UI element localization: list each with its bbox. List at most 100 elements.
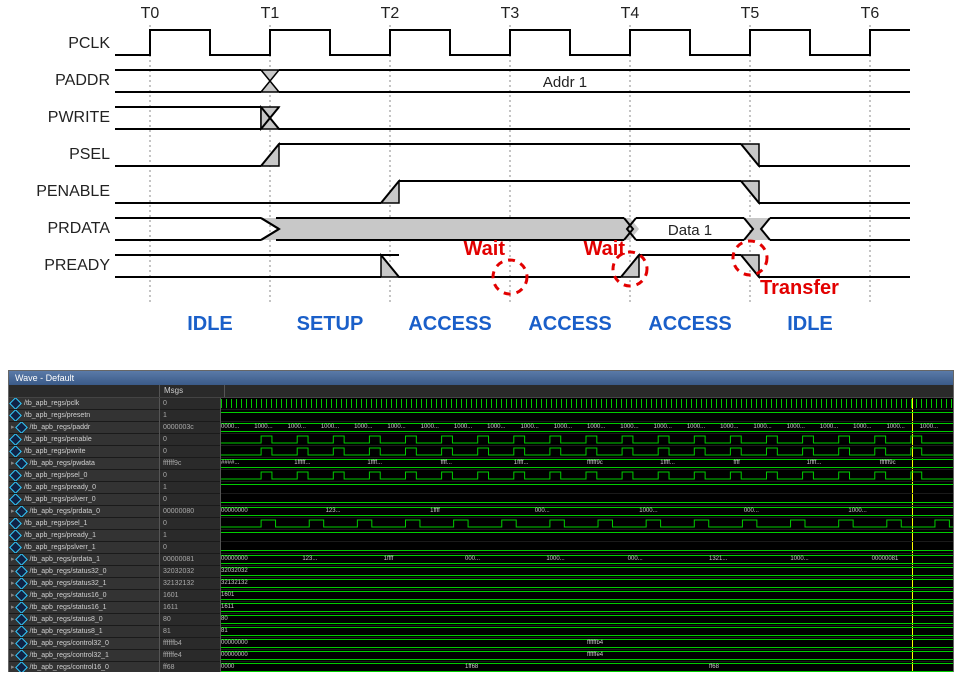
signal-name[interactable]: /tb_apb_regs/psel_1 (9, 518, 159, 530)
signal-name[interactable]: /tb_apb_regs/penable (9, 434, 159, 446)
signal-name[interactable]: /tb_apb_regs/psel_0 (9, 470, 159, 482)
wave-window-title: Wave - Default (9, 371, 953, 385)
signal-value: 1 (160, 410, 220, 422)
state-3: ACCESS (528, 313, 611, 335)
signal-wave (221, 518, 953, 530)
signal-value: 81 (160, 626, 220, 638)
signal-name[interactable]: /tb_apb_regs/pwrite (9, 446, 159, 458)
wave-prdata: Data 1 (115, 218, 910, 240)
wave-pclk (115, 30, 910, 55)
tick-T1: T1 (261, 5, 280, 22)
label-pready: PREADY (44, 257, 110, 274)
signal-name[interactable]: /tb_apb_regs/status32_0 (9, 566, 159, 578)
signal-value: 0 (160, 398, 220, 410)
signal-wave: 32132132 (221, 578, 953, 590)
ann-wait1: Wait (464, 238, 506, 260)
tick-T4: T4 (621, 5, 640, 22)
state-2: ACCESS (408, 313, 491, 335)
signal-wave: 00000000123...1ffff000...1000...000...13… (221, 554, 953, 566)
signal-value: 80 (160, 614, 220, 626)
signal-value-column: 010000003c00ffffff9c01000000080010000000… (160, 398, 221, 672)
wave-pready (115, 255, 910, 277)
signal-name-column[interactable]: /tb_apb_regs/pclk/tb_apb_regs/presetn/tb… (9, 398, 160, 672)
signal-name[interactable]: /tb_apb_regs/control32_1 (9, 650, 159, 662)
signal-value: 00000081 (160, 554, 220, 566)
label-pclk: PCLK (68, 35, 110, 52)
signal-name[interactable]: /tb_apb_regs/pslverr_1 (9, 542, 159, 554)
signal-name[interactable]: /tb_apb_regs/pready_0 (9, 482, 159, 494)
label-penable: PENABLE (36, 183, 110, 200)
waveform-canvas[interactable]: 0000...1000...1000...1000...1000...1000.… (221, 398, 953, 672)
signal-name[interactable]: /tb_apb_regs/status8_0 (9, 614, 159, 626)
signal-name[interactable]: /tb_apb_regs/prdata_1 (9, 554, 159, 566)
prdata-value: Data 1 (668, 222, 712, 239)
signal-wave: 80 (221, 614, 953, 626)
apb-timing-diagram: .tick{font:16px Arial;fill:#222;} .sig {… (0, 0, 960, 350)
signal-wave: 81 (221, 626, 953, 638)
signal-value: ffffff9c (160, 458, 220, 470)
signal-value: 0 (160, 470, 220, 482)
signal-value: ff68 (160, 662, 220, 672)
signal-value: 0000003c (160, 422, 220, 434)
signal-name[interactable]: /tb_apb_regs/control32_0 (9, 638, 159, 650)
signal-name[interactable]: /tb_apb_regs/pwdata (9, 458, 159, 470)
signal-wave: 00000000123...1ffff000...1000...000...10… (221, 506, 953, 518)
label-pwrite: PWRITE (48, 109, 110, 126)
wave-pwrite (115, 107, 910, 129)
signal-value: ffffffe4 (160, 650, 220, 662)
signal-name[interactable]: /tb_apb_regs/paddr (9, 422, 159, 434)
signal-name[interactable]: /tb_apb_regs/pslverr_0 (9, 494, 159, 506)
signal-value: ffffffb4 (160, 638, 220, 650)
signal-wave: 32032032 (221, 566, 953, 578)
signal-value: 32132132 (160, 578, 220, 590)
state-5: IDLE (787, 313, 833, 335)
signal-wave: 00001ff68ff68 (221, 662, 953, 672)
state-4: ACCESS (648, 313, 731, 335)
signal-name[interactable]: /tb_apb_regs/status8_1 (9, 626, 159, 638)
signal-name[interactable]: /tb_apb_regs/pclk (9, 398, 159, 410)
tick-T2: T2 (381, 5, 400, 22)
signal-wave (221, 494, 953, 506)
signal-name[interactable]: /tb_apb_regs/prdata_0 (9, 506, 159, 518)
signal-value: 1 (160, 530, 220, 542)
time-ticks: T0 T1 T2 T3 T4 T5 T6 (141, 5, 880, 22)
signal-name[interactable]: /tb_apb_regs/control16_0 (9, 662, 159, 672)
signal-wave: 0000...1000...1000...1000...1000...1000.… (221, 422, 953, 434)
wave-msgs-header: Msgs (160, 385, 225, 397)
ann-transfer: Transfer (760, 277, 839, 299)
signal-wave: 1611 (221, 602, 953, 614)
signal-value: 0 (160, 494, 220, 506)
wave-penable (115, 181, 910, 203)
signal-value: 1611 (160, 602, 220, 614)
signal-wave: 00000000ffffffb4 (221, 638, 953, 650)
state-1: SETUP (297, 313, 364, 335)
waveform-viewer: Wave - Default Msgs /tb_apb_regs/pclk/tb… (8, 370, 954, 672)
signal-wave (221, 530, 953, 542)
signal-value: 1 (160, 482, 220, 494)
annotations: Wait Wait Transfer (464, 238, 840, 299)
signal-value: 32032032 (160, 566, 220, 578)
paddr-value: Addr 1 (543, 74, 587, 91)
signal-value: 0 (160, 446, 220, 458)
signal-name[interactable]: /tb_apb_regs/status32_1 (9, 578, 159, 590)
signal-name[interactable]: /tb_apb_regs/status16_0 (9, 590, 159, 602)
signal-wave (221, 482, 953, 494)
signal-value: 0 (160, 434, 220, 446)
signal-wave (221, 398, 953, 410)
label-paddr: PADDR (55, 72, 110, 89)
signal-wave: 1601 (221, 590, 953, 602)
signal-wave (221, 470, 953, 482)
signal-wave (221, 446, 953, 458)
wave-paddr: Addr 1 (115, 70, 910, 92)
signal-name[interactable]: /tb_apb_regs/pready_1 (9, 530, 159, 542)
signal-name[interactable]: /tb_apb_regs/status16_1 (9, 602, 159, 614)
ann-wait2: Wait (584, 238, 626, 260)
label-prdata: PRDATA (47, 220, 110, 237)
signal-wave (221, 410, 953, 422)
wave-psel (115, 144, 910, 166)
label-psel: PSEL (69, 146, 110, 163)
signal-value: 0 (160, 542, 220, 554)
signal-name[interactable]: /tb_apb_regs/presetn (9, 410, 159, 422)
signal-value: 1601 (160, 590, 220, 602)
signal-wave: 00000000ffffffe4 (221, 650, 953, 662)
